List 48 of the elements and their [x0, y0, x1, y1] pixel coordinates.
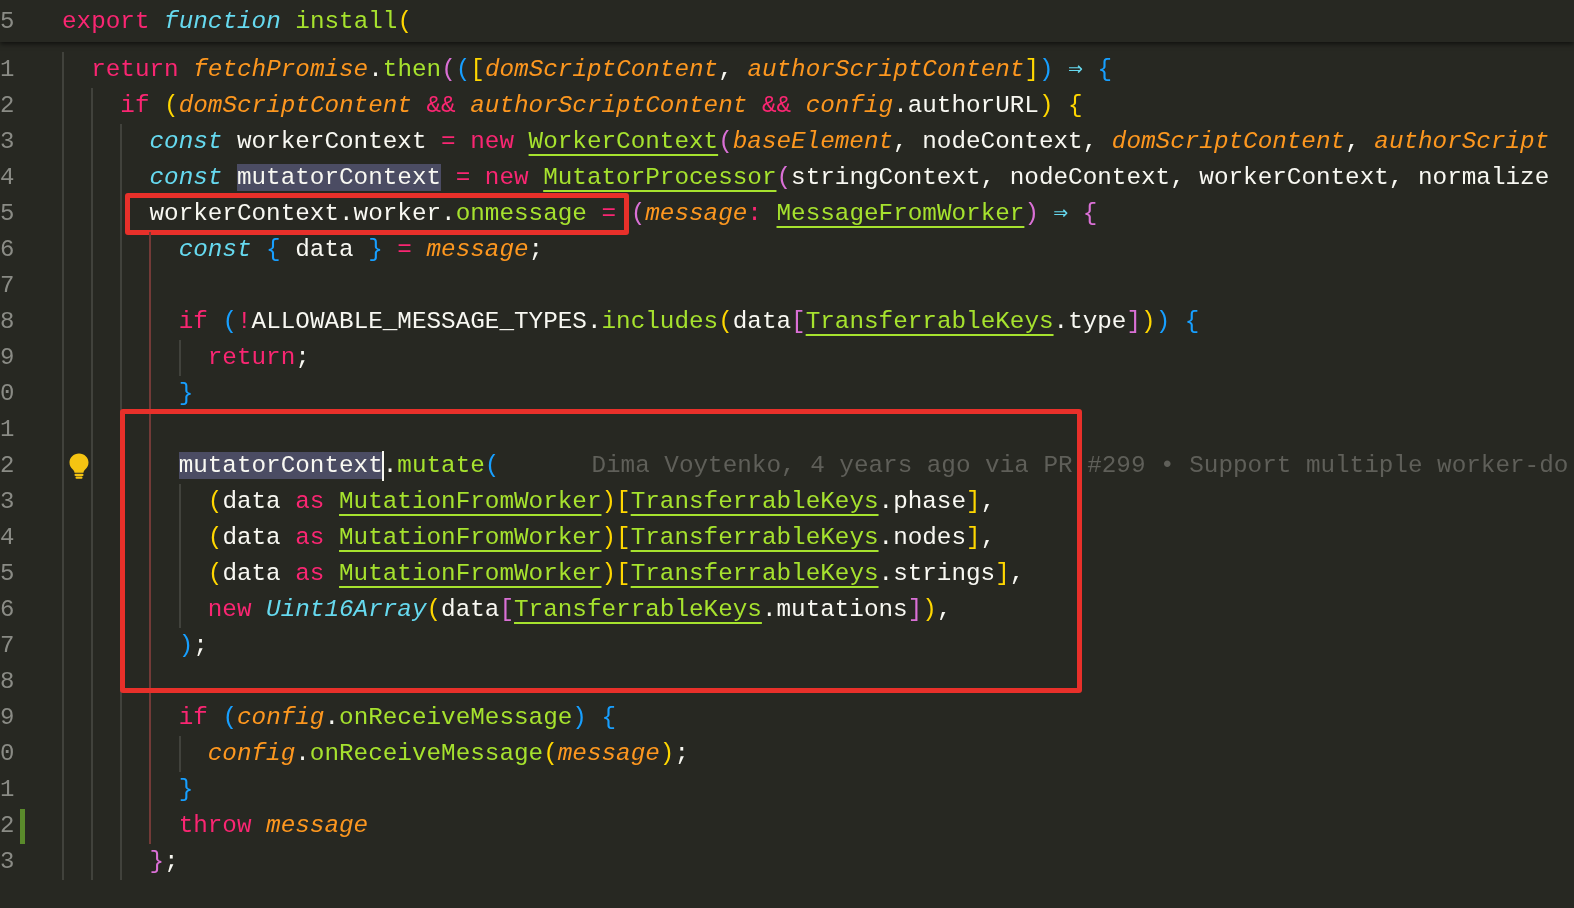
code-line: if (domScriptContent && authorScriptContent && config.authorURL) {	[120, 91, 1083, 121]
code-line: const workerContext = new WorkerContext(baseElement, nodeContext, domScriptContent, authorScript	[149, 127, 1550, 157]
code-line: export function install(	[62, 7, 412, 37]
line-number: 1	[0, 55, 16, 85]
line-number: 4	[0, 163, 16, 193]
code-line: );	[178, 631, 208, 661]
line-number: 2	[0, 91, 16, 121]
code-line: (data as MutationFromWorker)[TransferrableKeys.phase],	[207, 487, 996, 517]
lightbulb-icon[interactable]	[69, 453, 89, 479]
line-number: 6	[0, 235, 16, 265]
code-line: (data as MutationFromWorker)[TransferrableKeys.strings],	[207, 559, 1025, 589]
code-line: throw message	[178, 811, 369, 841]
code-line: if (config.onReceiveMessage) {	[178, 703, 617, 733]
line-number: 7	[0, 631, 16, 661]
code-line: return fetchPromise.then(([domScriptContent, authorScriptContent]) ⇒ {	[91, 55, 1112, 85]
code-line: if (!ALLOWABLE_MESSAGE_TYPES.includes(data[TransferrableKeys.type])) {	[178, 307, 1200, 337]
line-number: 9	[0, 343, 16, 373]
code-line: }	[178, 775, 194, 805]
code-line: return;	[207, 343, 310, 373]
code-line: (data as MutationFromWorker)[TransferrableKeys.nodes],	[207, 523, 996, 553]
line-number: 5	[0, 7, 16, 37]
line-number: 4	[0, 523, 16, 553]
line-number: 5	[0, 559, 16, 589]
line-number: 7	[0, 271, 16, 301]
line-number: 0	[0, 739, 16, 769]
line-number: 9	[0, 703, 16, 733]
line-number: 3	[0, 487, 16, 517]
code-line: config.onReceiveMessage(message);	[207, 739, 689, 769]
code-line: workerContext.worker.onmessage =	[149, 199, 617, 229]
blame-annotation: Dima Voytenko, 4 years ago via PR #299 • Support multiple worker-do	[591, 451, 1569, 481]
code-line: new Uint16Array(data[TransferrableKeys.mutations]),	[207, 595, 952, 625]
line-number: 6	[0, 595, 16, 625]
code-line: }	[178, 379, 194, 409]
line-number: 8	[0, 307, 16, 337]
line-number: 8	[0, 667, 16, 697]
line-number: 1	[0, 415, 16, 445]
line-number: 1	[0, 775, 16, 805]
line-number: 2	[0, 811, 16, 841]
text-cursor	[381, 451, 384, 481]
line-number: 5	[0, 199, 16, 229]
code-line: const mutatorContext = new MutatorProcessor(stringContext, nodeContext, workerContext, normalize	[149, 163, 1550, 193]
code-line: };	[149, 847, 179, 877]
line-number: 0	[0, 379, 16, 409]
code-line: const { data } = message;	[178, 235, 544, 265]
line-number: 3	[0, 847, 16, 877]
line-number: 3	[0, 127, 16, 157]
code-line: (message: MessageFromWorker) ⇒ {	[630, 199, 1098, 229]
line-number: 2	[0, 451, 16, 481]
